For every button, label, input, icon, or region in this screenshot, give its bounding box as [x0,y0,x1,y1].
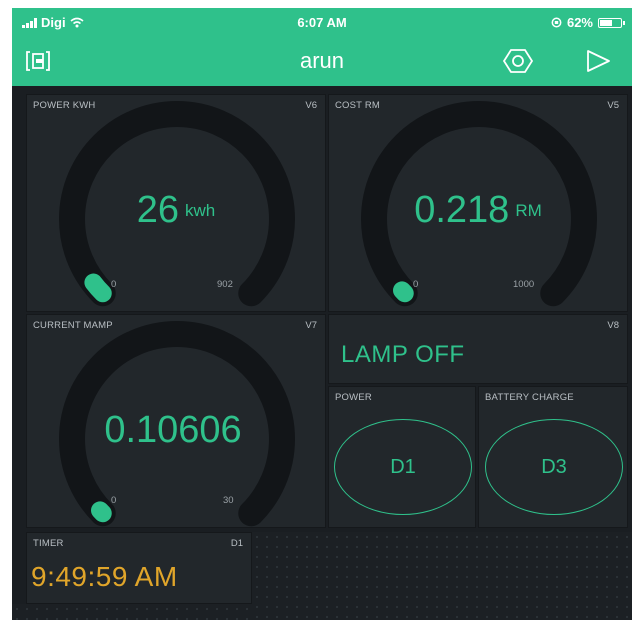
gauge-pin: V7 [305,320,317,331]
timer-value: 9:49:59 AM [31,561,178,592]
empty-canvas-grid[interactable] [252,532,632,620]
project-title: arun [299,48,345,73]
gauge-max: 902 [217,279,233,290]
gauge-number: 0.218 [414,189,510,231]
gauge-max: 1000 [513,279,535,290]
gauge-pin: V5 [607,100,619,111]
battery-info: 62% [551,15,625,30]
gauge-label: CURRENT MAMP [33,320,113,331]
gauge-label: COST RM [335,100,381,111]
status-bar: Digi 6:07 AM 62% [12,8,632,36]
gauge-pin: V6 [305,100,317,111]
gauge-unit: RM [515,200,542,220]
gauge-min: 0 [413,279,419,290]
battery-icon [598,17,625,28]
gauge-fill [84,273,112,303]
gauge-max: 30 [223,495,234,506]
lamp-status-text: LAMP OFF [341,341,465,368]
timer-label: TIMER [33,538,64,549]
battery-d3-button[interactable]: D3 [485,419,623,515]
battery-charge-button-tile: BATTERY CHARGE D3 [478,386,628,528]
lamp-pin: V8 [607,320,619,331]
power-button-tile: POWER D1 [328,386,476,528]
current-mamp-gauge[interactable]: CURRENT MAMP V7 0.10606 0 30 [26,314,326,528]
hexagon-nut-icon[interactable] [502,46,534,76]
power-d1-button[interactable]: D1 [334,419,472,515]
gauge-value: 26 kwh [27,189,325,232]
gauge-unit: kwh [185,200,216,220]
cost-rm-gauge[interactable]: COST RM V5 0.218 RM 0 1000 [328,94,628,312]
empty-canvas-grid[interactable] [12,604,252,620]
gauge-min: 0 [111,495,117,506]
gauge-number: 26 [136,189,180,231]
phone-screen: Digi 6:07 AM 62% arun POWER KWH V6 26 kw… [12,8,632,620]
power-kwh-gauge[interactable]: POWER KWH V6 26 kwh 0 902 [26,94,326,312]
button-label: POWER [335,392,372,403]
timer-widget[interactable]: TIMER D1 9:49:59 AM [26,532,252,604]
timer-pin: D1 [230,538,243,549]
status-time: 6:07 AM [297,15,347,30]
play-icon[interactable] [582,46,614,76]
gauge-min: 0 [111,279,117,290]
gauge-number: 0.10606 [104,409,242,451]
button-label: BATTERY CHARGE [485,392,574,403]
gauge-value: 0.10606 [27,409,325,452]
gauge-label: POWER KWH [33,100,96,111]
app-header: arun [12,36,632,86]
gauge-value: 0.218 RM [329,189,627,232]
battery-percent: 62% [566,15,593,30]
gauge-fill [393,281,414,303]
gauge-fill [91,501,112,523]
rotation-lock-icon [551,17,562,28]
lamp-status-display[interactable]: V8 LAMP OFF [328,314,628,384]
